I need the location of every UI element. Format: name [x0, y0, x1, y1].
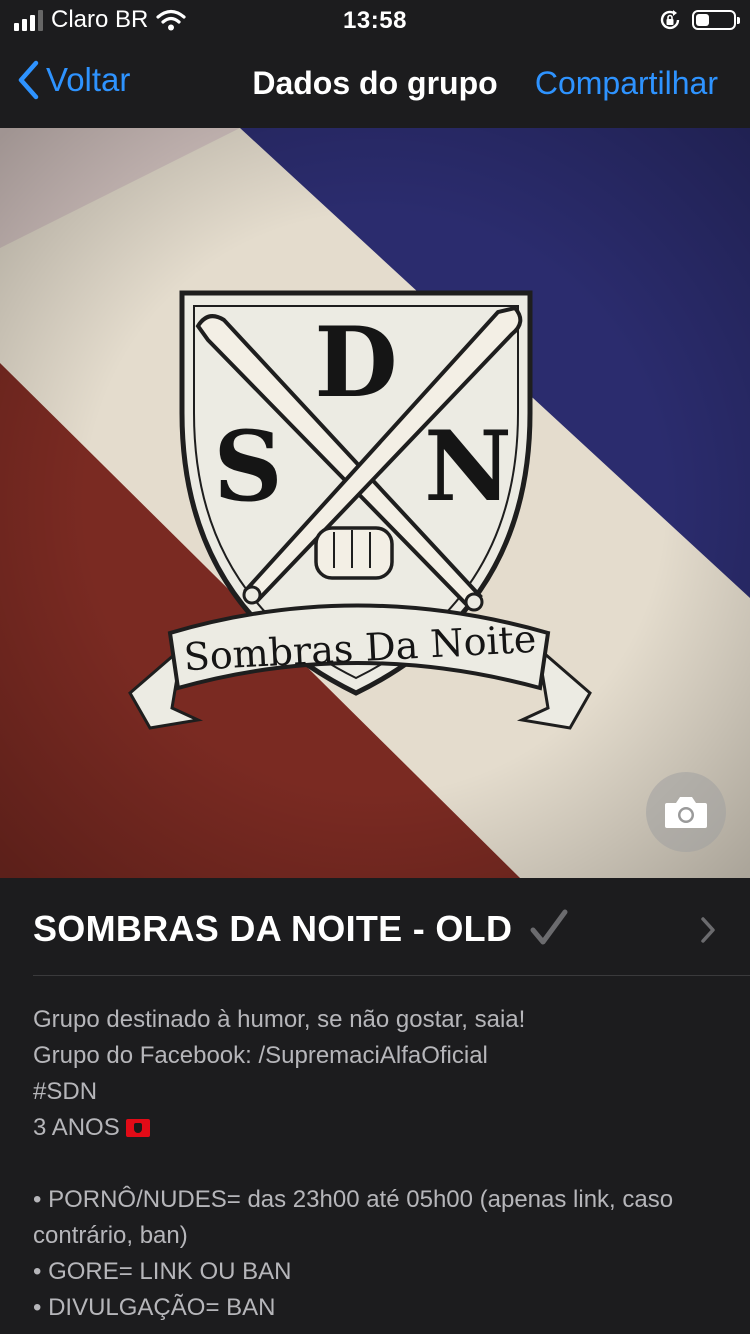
description-line: #SDN — [33, 1078, 98, 1105]
group-photo-artwork: D S N Sombras Da Noite — [0, 128, 750, 878]
description-line: • GORE= LINK OU BAN — [33, 1258, 292, 1285]
battery-level — [696, 14, 709, 26]
crest-letter-right: N — [424, 410, 512, 523]
navigation-bar: Voltar Dados do grupo Compartilhar — [0, 40, 750, 129]
group-name: SOMBRAS DA NOITE - OLD — [33, 908, 513, 949]
share-button[interactable]: Compartilhar — [535, 65, 718, 102]
description-line: • DIVULGAÇÃO= BAN — [33, 1294, 276, 1321]
change-photo-button[interactable] — [646, 772, 726, 852]
albania-flag-icon — [126, 1119, 151, 1137]
status-right — [658, 8, 740, 32]
description-line: Grupo destinado à humor, se não gostar, … — [33, 1006, 526, 1033]
crest-letter-left: S — [213, 410, 282, 523]
rotation-lock-icon — [660, 10, 680, 30]
group-name-row[interactable]: SOMBRAS DA NOITE - OLD — [33, 878, 750, 976]
description-years: 3 ANOS — [33, 1114, 120, 1141]
description-line: • PORNÔ/NUDES= das 23h00 até 05h00 (apen… — [33, 1186, 674, 1249]
description-blank-line — [33, 1146, 723, 1182]
group-description: Grupo destinado à humor, se não gostar, … — [33, 1002, 723, 1326]
status-bar: Claro BR 13:58 — [0, 0, 750, 40]
crest-letter-top: D — [314, 306, 397, 419]
camera-icon — [665, 797, 707, 828]
battery-icon — [692, 10, 740, 30]
chevron-right-icon — [701, 917, 715, 943]
description-line: Grupo do Facebook: /SupremaciAlfaOficial — [33, 1042, 488, 1069]
group-photo[interactable]: D S N Sombras Da Noite — [0, 128, 750, 878]
checkmark-icon — [530, 909, 568, 945]
status-time: 13:58 — [343, 7, 407, 34]
description-line: 3 ANOS — [33, 1110, 723, 1146]
group-info-section: SOMBRAS DA NOITE - OLD Grupo destinado à… — [0, 878, 750, 1334]
fist-icon — [314, 526, 394, 580]
